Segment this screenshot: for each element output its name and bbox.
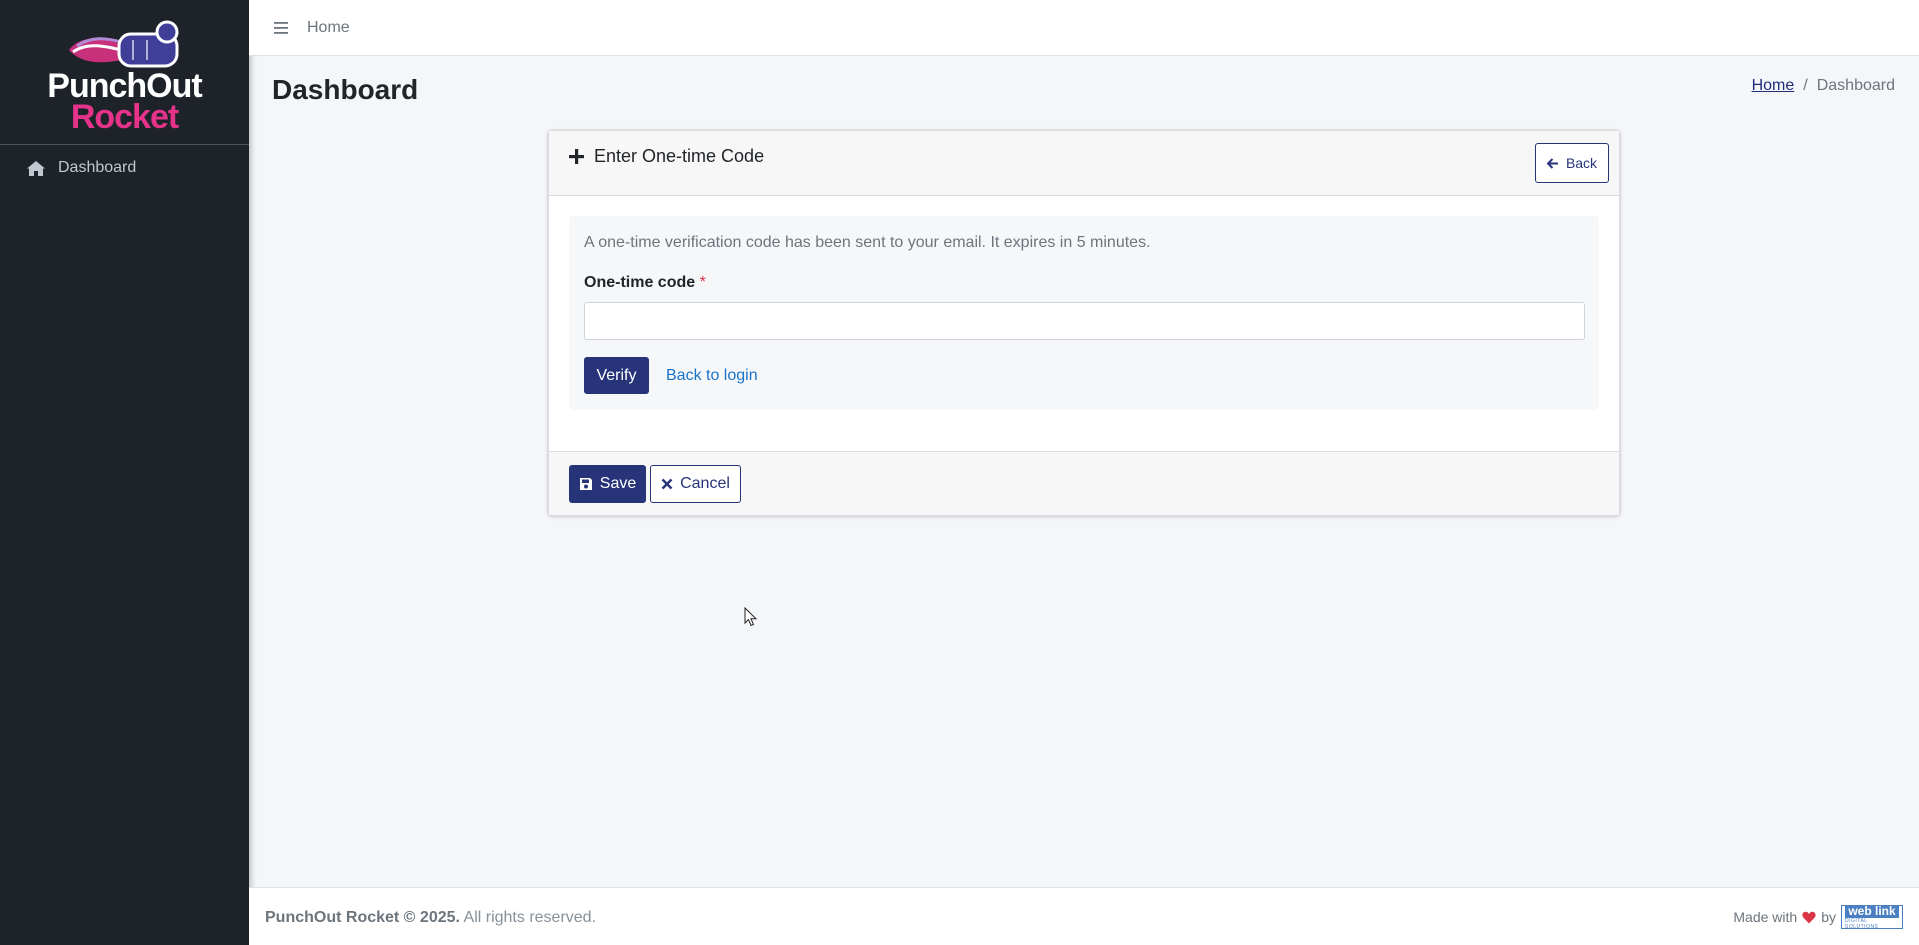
brand-name-line2: Rocket xyxy=(70,98,179,136)
back-to-login-link[interactable]: Back to login xyxy=(666,367,758,385)
copyright-text: PunchOut Rocket © 2025. All rights reser… xyxy=(265,909,596,927)
card-header: Enter One-time Code Back xyxy=(549,131,1619,196)
one-time-code-label-text: One-time code xyxy=(584,274,696,291)
sidebar: PunchOut Rocket Dashboard xyxy=(0,0,249,945)
card-title-text: Enter One-time Code xyxy=(594,146,765,166)
mouse-cursor-icon xyxy=(744,607,758,627)
made-with-text: Made with xyxy=(1733,909,1798,925)
heart-icon xyxy=(1802,911,1816,923)
plus-icon xyxy=(569,149,584,164)
topbar-home-link[interactable]: Home xyxy=(307,19,350,37)
back-button-label: Back xyxy=(1565,155,1598,171)
weblink-logo-text: web link xyxy=(1845,904,1899,918)
weblink-logo[interactable]: web link DIGITAL SOLUTIONS xyxy=(1841,904,1903,930)
card-body: A one-time verification code has been se… xyxy=(549,196,1619,451)
breadcrumb: Home / Dashboard xyxy=(1752,77,1895,95)
breadcrumb-home-link[interactable]: Home xyxy=(1752,77,1795,95)
hamburger-icon[interactable] xyxy=(273,21,289,35)
otp-info-text: A one-time verification code has been se… xyxy=(584,234,1151,251)
weblink-logo-subtext: DIGITAL SOLUTIONS xyxy=(1845,917,1879,930)
otp-form: A one-time verification code has been se… xyxy=(569,216,1599,410)
by-text: by xyxy=(1821,909,1836,925)
breadcrumb-current: Dashboard xyxy=(1816,77,1895,94)
cancel-button[interactable]: Cancel xyxy=(650,465,741,503)
card-title: Enter One-time Code xyxy=(569,146,764,167)
content-header: Dashboard Home / Dashboard xyxy=(249,56,1919,126)
sidebar-item-dashboard[interactable]: Dashboard xyxy=(26,159,249,177)
sidebar-item-label: Dashboard xyxy=(58,159,137,176)
cancel-button-label: Cancel xyxy=(680,475,730,492)
card-footer: Save Cancel xyxy=(549,451,1619,515)
otp-card: Enter One-time Code Back A one-time veri… xyxy=(548,130,1620,516)
copyright-rest: All rights reserved. xyxy=(459,909,597,926)
one-time-code-input[interactable] xyxy=(584,302,1585,340)
save-button[interactable]: Save xyxy=(569,465,646,503)
breadcrumb-separator: / xyxy=(1803,77,1808,94)
close-icon xyxy=(661,478,673,490)
boxing-glove-icon xyxy=(68,20,178,68)
copyright-brand: PunchOut Rocket © 2025. xyxy=(265,909,460,926)
top-navbar: Home xyxy=(249,0,1919,56)
page-footer: PunchOut Rocket © 2025. All rights reser… xyxy=(249,887,1919,945)
page-title: Dashboard xyxy=(272,74,419,105)
made-with-credit: Made with by web link DIGITAL SOLUTIONS xyxy=(1733,904,1903,930)
one-time-code-label: One-time code * xyxy=(584,274,706,292)
arrow-left-icon xyxy=(1546,157,1558,169)
required-indicator: * xyxy=(699,274,706,291)
floppy-disk-icon xyxy=(579,478,592,490)
save-button-label: Save xyxy=(599,475,637,492)
verify-button[interactable]: Verify xyxy=(584,357,649,394)
brand-logo[interactable]: PunchOut Rocket xyxy=(0,0,249,145)
back-button[interactable]: Back xyxy=(1535,143,1609,183)
home-icon xyxy=(27,160,45,176)
